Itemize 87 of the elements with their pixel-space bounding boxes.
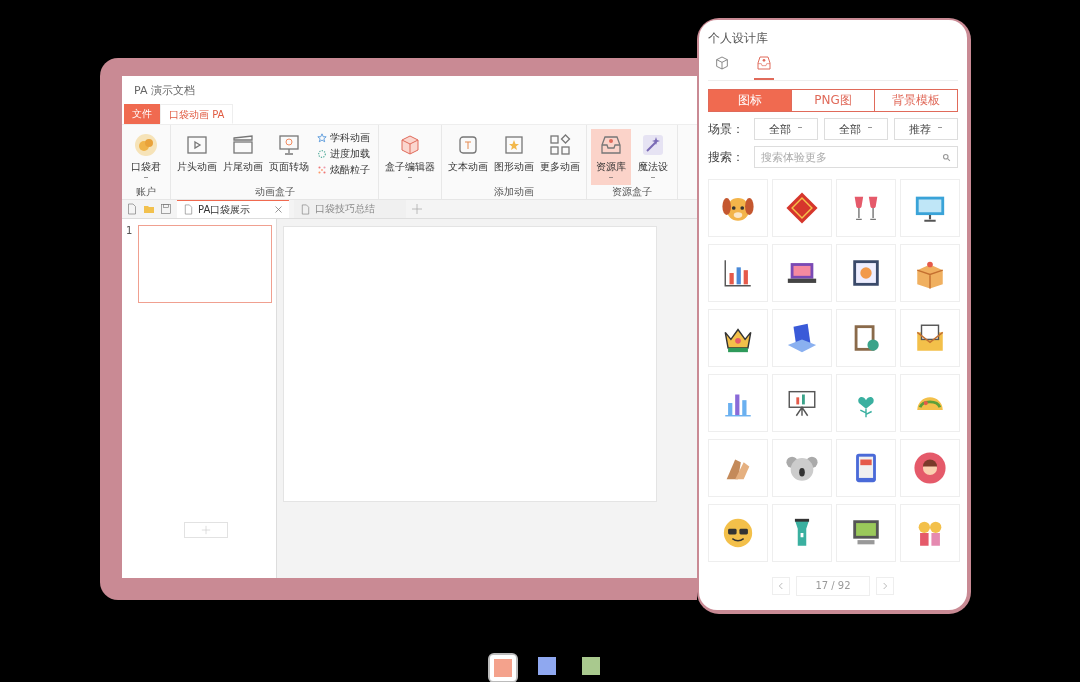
icon-tile[interactable] [708, 439, 768, 497]
icon-tile[interactable] [900, 504, 960, 562]
folder-icon[interactable] [143, 203, 155, 215]
star-icon [317, 133, 327, 143]
filter-dropdown[interactable]: 推荐 [894, 118, 958, 140]
sunglasses-face-icon [721, 516, 755, 550]
video-icon [185, 133, 209, 157]
icon-tile[interactable] [900, 439, 960, 497]
document-tab[interactable]: PA口袋展示 [177, 200, 289, 218]
icon-tile[interactable] [772, 374, 832, 432]
close-icon[interactable] [274, 205, 283, 214]
search-input[interactable]: 搜索体验更多 [754, 146, 958, 168]
new-file-icon[interactable] [126, 203, 138, 215]
icon-tile[interactable] [708, 179, 768, 237]
panel-title: 个人设计库 [708, 30, 769, 47]
dotted-ring-icon [317, 149, 327, 159]
icon-tile[interactable] [836, 179, 896, 237]
icon-tile[interactable] [708, 309, 768, 367]
ribbon-menu-item[interactable]: 炫酷粒子 [317, 163, 370, 177]
cube-icon [714, 55, 730, 71]
ribbon-tab[interactable]: 口袋动画 PA [160, 104, 234, 124]
star-frame-icon [502, 133, 526, 157]
plus-icon[interactable] [411, 203, 423, 215]
ribbon-button[interactable]: 片头动画 [175, 129, 219, 185]
search-label: 搜索： [708, 148, 745, 166]
text-frame-icon [456, 133, 480, 157]
ribbon-button[interactable]: 页面转场 [267, 129, 311, 185]
slide-thumbnail[interactable] [138, 225, 272, 303]
save-icon[interactable] [160, 203, 172, 215]
monitor-icon [277, 133, 301, 157]
ribbon-button[interactable]: 图形动画 [492, 129, 536, 185]
icon-tile[interactable] [708, 244, 768, 302]
icon-tile[interactable] [900, 244, 960, 302]
icon-tile[interactable] [772, 504, 832, 562]
icon-tile[interactable] [772, 244, 832, 302]
filter-dropdown[interactable]: 全部 [754, 118, 818, 140]
clapperboard-icon [231, 133, 255, 157]
caret-icon [867, 127, 873, 131]
tray-icon [756, 55, 772, 71]
ribbon-button[interactable]: 资源库 [591, 129, 631, 185]
document-icon [300, 203, 311, 215]
girl-avatar-icon [913, 451, 947, 485]
icon-tile[interactable] [836, 309, 896, 367]
ribbon-group-label: 资源盒子 [611, 185, 653, 199]
coin-bag-icon [134, 133, 158, 157]
slide-number: 1 [126, 225, 133, 238]
view-tab[interactable] [754, 55, 774, 80]
icon-tile[interactable] [708, 374, 768, 432]
page-indicator: 17 / 92 [796, 576, 870, 596]
shapes-grid-icon [548, 133, 572, 157]
wand-icon [641, 133, 665, 157]
icon-tile[interactable] [900, 179, 960, 237]
window-title: PA 演示文档 [133, 83, 196, 99]
ribbon-menu-item[interactable]: 进度加载 [317, 147, 370, 161]
ribbon-button[interactable]: 更多动画 [538, 129, 582, 185]
caret-icon [797, 127, 803, 131]
chevron-right-icon [881, 582, 889, 590]
icon-tile[interactable] [900, 309, 960, 367]
icon-tile[interactable] [772, 439, 832, 497]
icon-tile[interactable] [836, 374, 896, 432]
icon-tile[interactable] [772, 179, 832, 237]
chevron-left-icon [777, 582, 785, 590]
ribbon-button[interactable]: 片尾动画 [221, 129, 265, 185]
icon-tile[interactable] [836, 504, 896, 562]
search-icon [942, 153, 951, 162]
ribbon-button[interactable]: 盒子编辑器 [383, 129, 437, 185]
plus-icon [201, 525, 211, 535]
ribbon-group-label: 账户 [135, 185, 157, 199]
ribbon-group-label: 添加动画 [493, 185, 535, 199]
icon-tile[interactable] [772, 309, 832, 367]
sparkles-icon [317, 165, 327, 175]
ribbon-button[interactable]: 魔法设 [633, 129, 673, 185]
icon-tile[interactable] [708, 504, 768, 562]
tray-icon [599, 133, 623, 157]
ribbon-button[interactable]: 文本动画 [446, 129, 490, 185]
ribbon-button[interactable]: 口袋君 [126, 129, 166, 185]
cube-icon [398, 133, 422, 157]
icon-tile[interactable] [900, 374, 960, 432]
ribbon-menu-item[interactable]: 学科动画 [317, 131, 370, 145]
icon-tile[interactable] [836, 244, 896, 302]
icon-tile[interactable] [836, 439, 896, 497]
diamond-sign-icon [785, 191, 819, 225]
filter-label: 场景： [708, 120, 745, 138]
ribbon-group-label: 动画盒子 [253, 185, 296, 199]
filter-dropdown[interactable]: 全部 [824, 118, 888, 140]
caret-icon [937, 127, 943, 131]
document-icon [183, 204, 194, 215]
